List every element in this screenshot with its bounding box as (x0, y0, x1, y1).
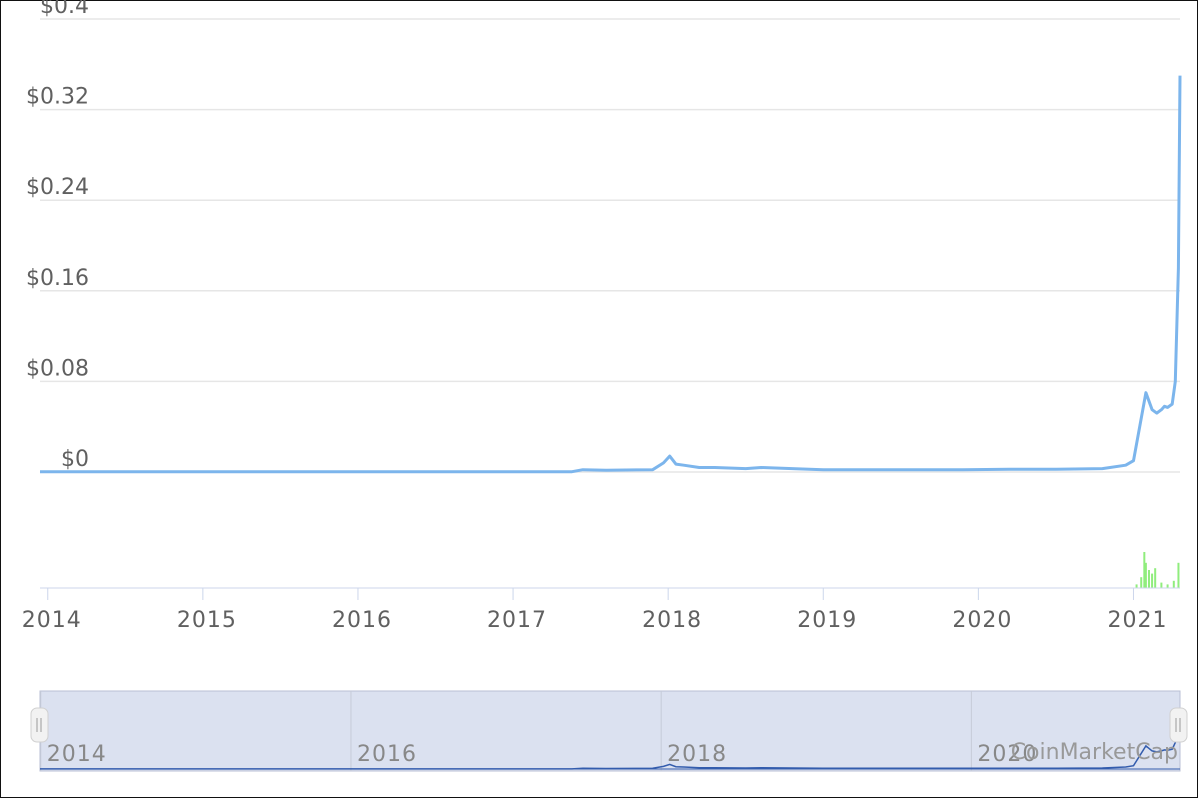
volume-bar-4 (1147, 570, 1150, 588)
volume-bar-7 (1160, 582, 1163, 588)
volume-bar-8 (1166, 584, 1169, 588)
volume-bar-6 (1154, 568, 1157, 588)
navigator-tick-label-0: 2014 (47, 742, 107, 767)
x-tick-label-3: 2017 (487, 608, 547, 633)
handle-left-body[interactable] (30, 707, 49, 743)
y-tick-label-1: $0.08 (26, 356, 89, 381)
y-tick-label-4: $0.32 (26, 85, 89, 110)
x-axis-ticks: 2014 2015 2016 2017 2018 2019 2020 2021 (22, 588, 1167, 633)
credit-label[interactable]: CoinMarketCap (1011, 740, 1178, 765)
x-tick-label-5: 2019 (797, 608, 857, 633)
navigator-tick-label-1: 2016 (357, 742, 417, 767)
volume-bar-0 (1135, 584, 1138, 588)
y-axis-ticks: $0 $0.08 $0.16 $0.24 $0.32 $0.4 (26, 0, 89, 472)
x-tick-label-6: 2020 (952, 608, 1012, 633)
y-tick-label-5: $0.4 (40, 0, 89, 19)
volume-bar-10 (1177, 562, 1180, 588)
gridlines (40, 18, 1180, 473)
volume-bar-1 (1140, 577, 1143, 588)
navigator-handle-right[interactable] (1169, 707, 1188, 743)
navigator-tick-label-2: 2018 (667, 742, 727, 767)
y-tick-label-3: $0.24 (26, 175, 89, 200)
y-tick-label-0: $0 (61, 447, 89, 472)
price-series-group[interactable] (39, 75, 1182, 474)
x-tick-label-0: 2014 (22, 608, 82, 633)
price-chart[interactable]: $0$0.08$0.16$0.24$0.32$0.4 2014 2015 2016 2… (0, 0, 1200, 800)
x-tick-label-2: 2016 (332, 608, 392, 633)
x-tick-label-1: 2015 (177, 608, 237, 633)
handle-right-body[interactable] (1169, 707, 1188, 743)
y-tick-label-2: $0.16 (26, 266, 89, 291)
navigator-handle-left[interactable] (30, 707, 49, 743)
volume-bar-5 (1151, 573, 1154, 588)
volume-bar-3 (1144, 562, 1147, 588)
volume-bars (1135, 552, 1180, 588)
price-line[interactable] (39, 75, 1182, 474)
x-tick-label-4: 2018 (642, 608, 702, 633)
volume-bar-9 (1172, 580, 1175, 588)
x-tick-label-7: 2021 (1107, 608, 1167, 633)
